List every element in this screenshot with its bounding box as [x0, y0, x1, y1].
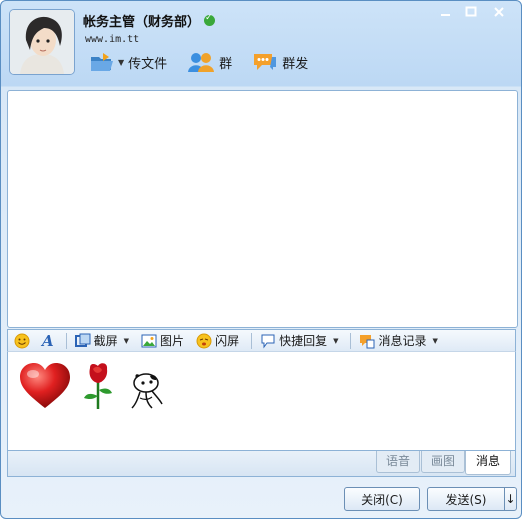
- broadcast-icon: [254, 54, 277, 70]
- chevron-down-icon[interactable]: ▼: [118, 58, 124, 67]
- window-controls: [433, 3, 515, 21]
- avatar[interactable]: [9, 9, 75, 75]
- message-input[interactable]: [7, 351, 516, 451]
- image-label: 图片: [160, 334, 185, 348]
- rose-icon: [84, 363, 112, 409]
- group-send-label: 群发: [282, 56, 309, 72]
- font-button[interactable]: A: [42, 332, 54, 350]
- contact-signature: www.im.tt: [85, 34, 140, 45]
- chevron-down-icon[interactable]: ▼: [333, 337, 338, 345]
- screenshot-label: 截屏: [93, 334, 118, 348]
- input-stickers: [18, 362, 166, 410]
- tab-message[interactable]: 消息: [465, 451, 511, 475]
- minimize-icon[interactable]: [433, 3, 458, 21]
- group-icon: [188, 53, 215, 72]
- close-icon[interactable]: [483, 3, 515, 21]
- history-icon: [360, 334, 375, 348]
- contact-title: 帐务主管（财务部）: [83, 11, 216, 30]
- arrow-down-icon: ↓: [505, 492, 516, 506]
- contact-name: 帐务主管（财务部）: [83, 15, 201, 30]
- send-button-label: 发送(S): [445, 492, 487, 507]
- send-options-button[interactable]: ↓: [504, 487, 517, 511]
- message-history-pane[interactable]: [7, 90, 518, 328]
- folder-icon: [91, 53, 113, 71]
- tab-drawing[interactable]: 画图: [421, 451, 465, 473]
- online-status-icon: [204, 13, 216, 26]
- maximize-icon[interactable]: [458, 3, 483, 21]
- quick-reply-icon: [261, 334, 275, 348]
- toolbar-divider: [65, 332, 67, 349]
- send-button[interactable]: 发送(S): [427, 487, 505, 511]
- image-icon: [141, 334, 157, 347]
- cartoon-cow-icon: [131, 373, 163, 409]
- screenshot-button[interactable]: 截屏 ▼: [74, 332, 129, 349]
- send-file-button[interactable]: ▼ 传文件: [89, 51, 167, 73]
- top-toolbar: ▼ 传文件 群 群发: [89, 49, 328, 75]
- chat-window: 帐务主管（财务部） www.im.tt ▼ 传文件 群: [0, 0, 522, 519]
- chevron-down-icon[interactable]: ▼: [124, 337, 129, 345]
- chevron-down-icon[interactable]: ▼: [433, 337, 438, 345]
- tab-voice[interactable]: 语音: [376, 451, 420, 473]
- send-file-label: 传文件: [128, 56, 168, 72]
- quick-reply-button[interactable]: 快捷回复 ▼: [260, 332, 338, 349]
- nudge-button[interactable]: 闪屏: [196, 332, 239, 349]
- group-button[interactable]: 群: [187, 51, 232, 73]
- close-button-label: 关闭(C): [361, 492, 403, 507]
- quick-reply-label: 快捷回复: [279, 334, 328, 348]
- group-label: 群: [219, 56, 233, 72]
- image-button[interactable]: 图片: [141, 332, 184, 349]
- nudge-label: 闪屏: [215, 334, 240, 348]
- nudge-icon: [196, 333, 212, 348]
- group-send-button[interactable]: 群发: [252, 51, 308, 73]
- toolbar-divider: [251, 332, 253, 349]
- history-button[interactable]: 消息记录 ▼: [359, 332, 438, 349]
- close-button[interactable]: 关闭(C): [344, 487, 420, 511]
- screenshot-icon: [74, 333, 91, 347]
- font-icon: A: [42, 331, 54, 350]
- composer-toolbar: A 截屏 ▼ 图片 闪屏 快捷回复 ▼ 消息记录 ▼: [7, 329, 516, 351]
- emoticon-button[interactable]: [14, 333, 30, 349]
- heart-icon: [20, 363, 70, 408]
- smiley-icon: [14, 333, 30, 348]
- input-mode-tabs: 语音 画图 消息: [7, 451, 516, 477]
- history-label: 消息记录: [378, 334, 427, 348]
- toolbar-divider: [350, 332, 352, 349]
